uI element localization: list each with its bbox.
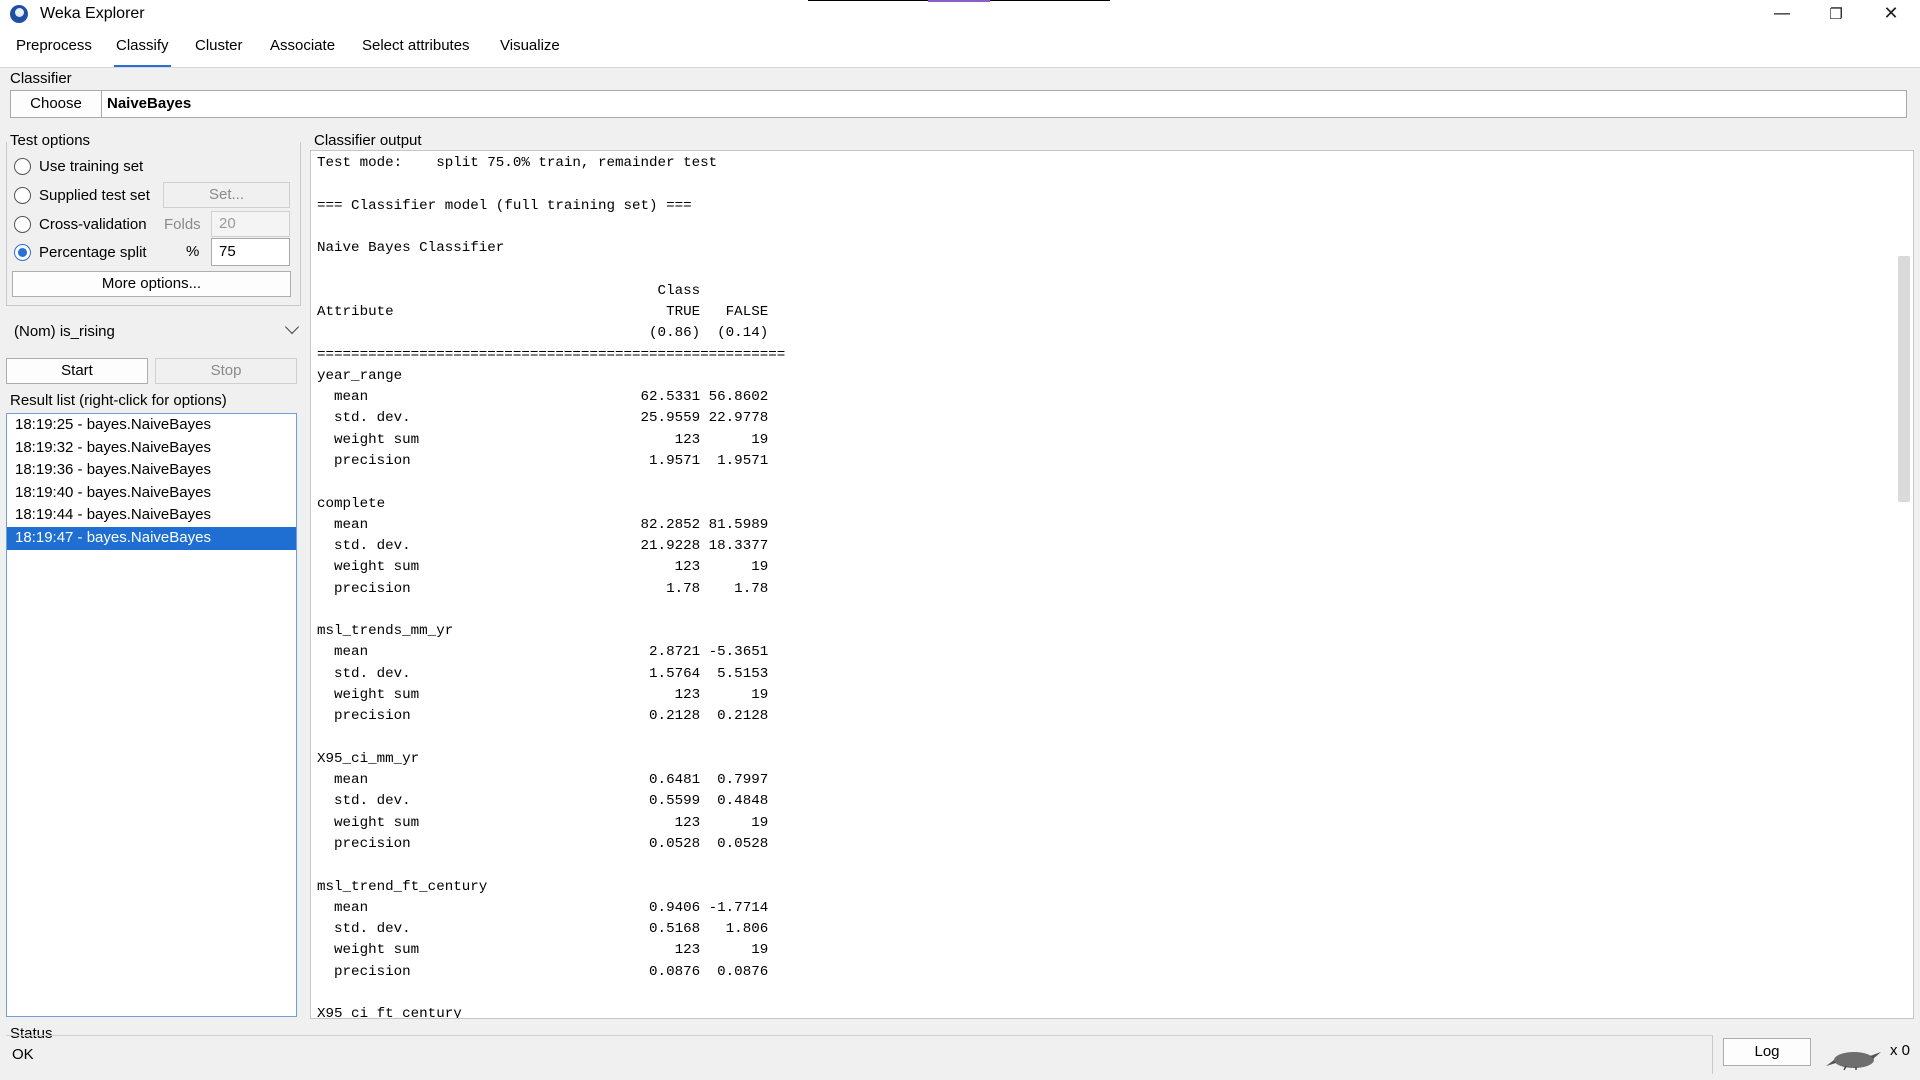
tab-classify[interactable]: Classify <box>114 37 171 67</box>
folds-input[interactable]: 20 <box>211 211 290 237</box>
weka-logo-icon <box>10 5 28 23</box>
classifier-group-label: Classifier <box>10 70 72 87</box>
classifier-output-text[interactable]: Test mode: split 75.0% train, remainder … <box>317 153 785 1018</box>
tab-visualize[interactable]: Visualize <box>498 37 562 67</box>
set-button[interactable]: Set... <box>163 182 290 208</box>
percentage-split-radio[interactable] <box>14 243 31 261</box>
use-training-set-label: Use training set <box>39 157 144 175</box>
use-training-set-option[interactable]: Use training set <box>14 155 143 177</box>
classifier-output-label: Classifier output <box>314 132 422 149</box>
tab-preprocess[interactable]: Preprocess <box>14 37 94 67</box>
task-count: x 0 <box>1890 1042 1911 1059</box>
percent-label: % <box>186 243 200 260</box>
classifier-output-area[interactable]: Test mode: split 75.0% train, remainder … <box>310 150 1914 1019</box>
class-attribute-value: (Nom) is_rising <box>14 323 115 340</box>
result-list-item-selected[interactable]: 18:19:47 - bayes.NaiveBayes <box>7 526 296 550</box>
result-list-item[interactable]: 18:19:44 - bayes.NaiveBayes <box>7 504 296 527</box>
cross-validation-radio[interactable] <box>14 215 31 233</box>
choose-button[interactable]: Choose <box>11 91 102 117</box>
minimize-button[interactable]: — <box>1755 0 1809 28</box>
percentage-split-option[interactable]: Percentage split <box>14 241 147 263</box>
class-attribute-select[interactable]: (Nom) is_rising <box>6 318 303 346</box>
more-options-button[interactable]: More options... <box>12 271 291 297</box>
status-panel <box>6 1035 1713 1074</box>
title-bar: Weka Explorer — ❐ ✕ <box>0 0 1920 28</box>
classifier-field[interactable]: Choose NaiveBayes <box>10 90 1907 118</box>
folds-label: Folds <box>164 216 201 233</box>
stop-button[interactable]: Stop <box>155 358 297 384</box>
cross-validation-label: Cross-validation <box>39 215 147 233</box>
percentage-split-label: Percentage split <box>39 243 147 261</box>
result-list-item[interactable]: 18:19:32 - bayes.NaiveBayes <box>7 437 296 460</box>
tab-cluster[interactable]: Cluster <box>193 37 245 67</box>
classifier-name[interactable]: NaiveBayes <box>107 95 191 112</box>
weka-bird-icon <box>1826 1052 1881 1070</box>
result-list-item[interactable]: 18:19:36 - bayes.NaiveBayes <box>7 459 296 482</box>
result-list-item[interactable]: 18:19:25 - bayes.NaiveBayes <box>7 414 296 437</box>
window-title: Weka Explorer <box>40 5 145 22</box>
supplied-test-set-label: Supplied test set <box>39 186 150 204</box>
cross-validation-option[interactable]: Cross-validation <box>14 213 147 235</box>
status-text: OK <box>12 1046 34 1063</box>
tab-bar: Preprocess Classify Cluster Associate Se… <box>0 28 1920 68</box>
chevron-down-icon <box>284 319 300 335</box>
supplied-test-set-radio[interactable] <box>14 186 31 204</box>
log-button[interactable]: Log <box>1723 1038 1811 1066</box>
supplied-test-set-option[interactable]: Supplied test set <box>14 184 150 206</box>
result-list-item[interactable]: 18:19:40 - bayes.NaiveBayes <box>7 482 296 505</box>
result-list[interactable]: 18:19:25 - bayes.NaiveBayes 18:19:32 - b… <box>6 413 297 1017</box>
tab-select-attributes[interactable]: Select attributes <box>360 37 472 67</box>
close-button[interactable]: ✕ <box>1864 0 1918 28</box>
use-training-set-radio[interactable] <box>14 157 31 175</box>
maximize-button[interactable]: ❐ <box>1809 0 1863 28</box>
tab-associate[interactable]: Associate <box>268 37 337 67</box>
result-list-label: Result list (right-click for options) <box>10 392 227 409</box>
output-scrollbar[interactable] <box>1898 256 1910 502</box>
title-bar-accent <box>928 0 990 2</box>
start-button[interactable]: Start <box>6 358 148 384</box>
percent-input[interactable]: 75 <box>211 238 290 266</box>
